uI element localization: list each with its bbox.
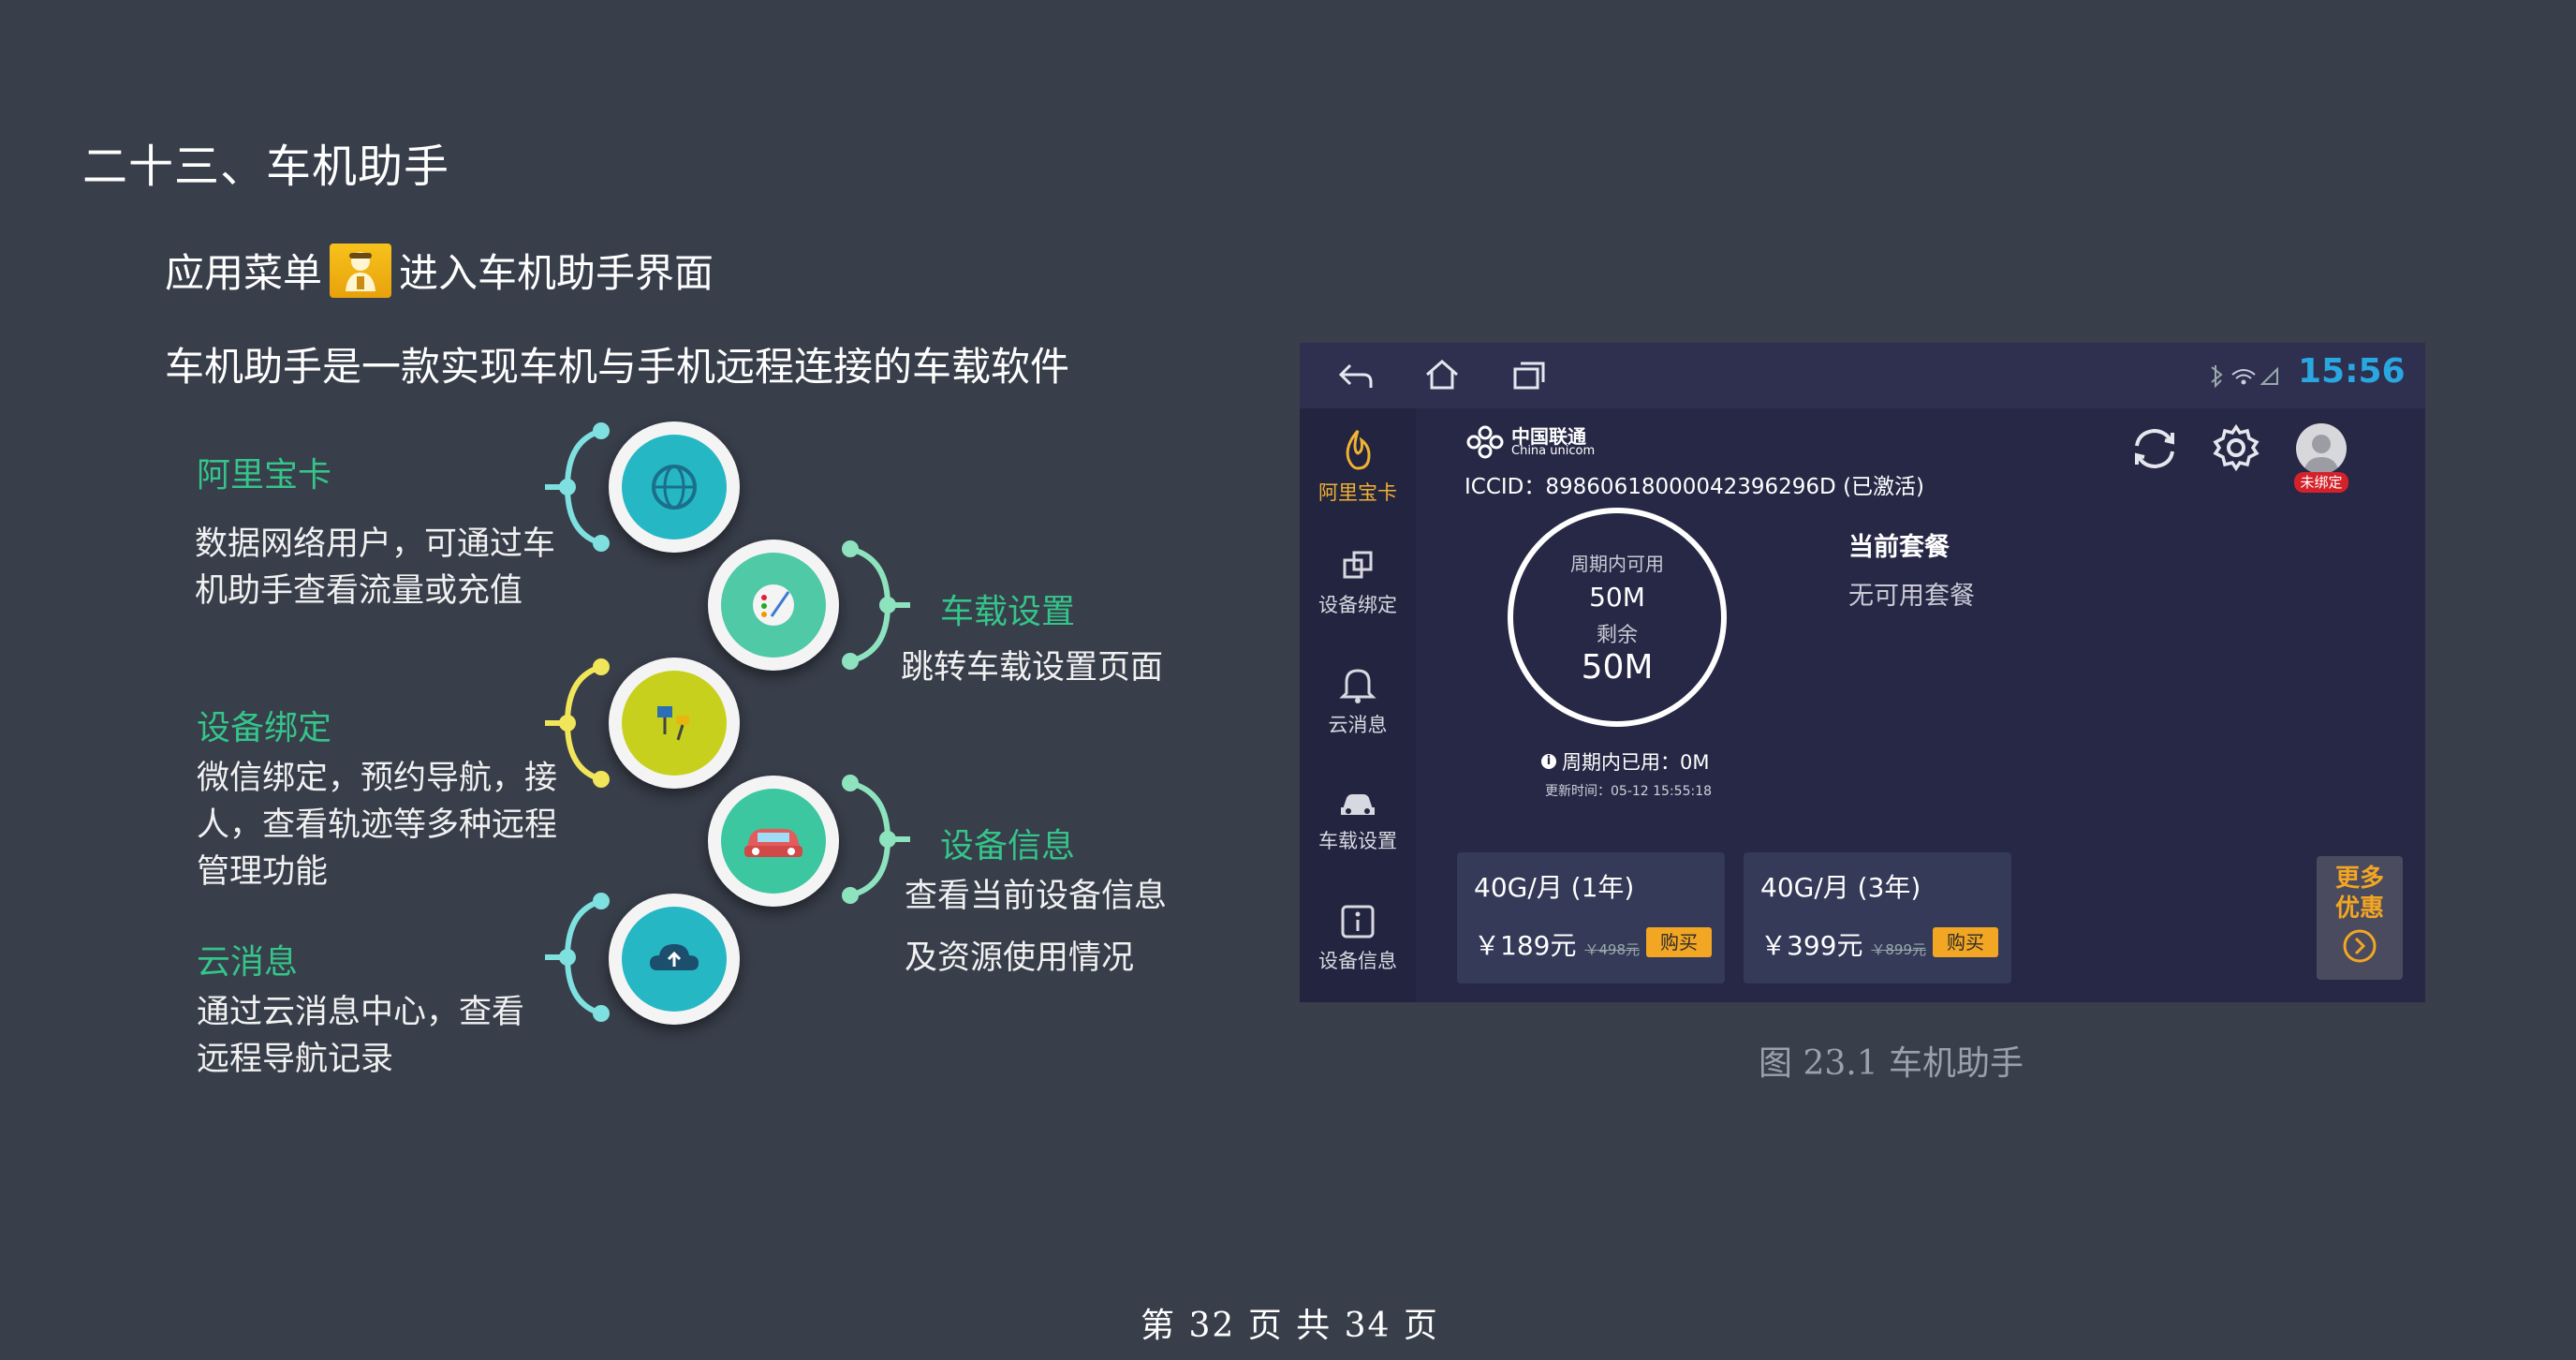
china-unicom-logo-icon	[1466, 425, 1504, 459]
package-price: ￥189元	[1474, 930, 1577, 961]
alipay-card-desc-line2: 机助手查看流量或充值	[195, 572, 523, 610]
home-icon[interactable]	[1423, 358, 1461, 392]
info-dot-icon: i	[1541, 754, 1556, 769]
car-assistant-screenshot: 15:56 阿里宝卡 设备绑定 云消息 车载设置 设备信息 中国联通 China…	[1300, 343, 2425, 1002]
device-info-desc-line1: 查看当前设备信息	[905, 878, 1168, 915]
sidebar-label-device-binding: 设备绑定	[1318, 594, 1397, 616]
more-deals-line1: 更多	[2334, 865, 2384, 893]
package-card-2[interactable]: 40G/月 (3年) ￥399元 ￥899元 购买	[1744, 852, 2011, 983]
globe-icon	[622, 435, 727, 540]
unbound-badge: 未绑定	[2294, 472, 2348, 493]
package-price-row: ￥189元 ￥498元	[1474, 925, 1640, 963]
pin-icon	[622, 671, 727, 776]
package-price-row: ￥399元 ￥899元	[1760, 925, 1926, 963]
iccid: ICCID：89860618000042396296D (已激活)	[1465, 475, 1925, 499]
car-settings-title: 车载设置	[940, 593, 1076, 631]
sidebar-item-device-info[interactable]: 设备信息	[1300, 903, 1416, 974]
sidebar-item-cloud-msg[interactable]: 云消息	[1300, 665, 1416, 738]
updated-time: 更新时间：05-12 15:55:18	[1545, 784, 1713, 799]
avatar[interactable]	[2296, 423, 2347, 474]
buy-button[interactable]: 购买	[1933, 927, 1998, 957]
sidebar-label-cloud-msg: 云消息	[1328, 714, 1388, 736]
alipay-card-desc: 数据网络用户，可通过车 机助手查看流量或充值	[195, 521, 555, 614]
package-name: 40G/月 (1年)	[1474, 872, 1635, 903]
section-heading: 二十三、车机助手	[82, 140, 450, 193]
flame-icon	[1346, 430, 1371, 470]
sidebar-label-car-settings: 车载设置	[1318, 830, 1397, 852]
device-binding-desc-line1: 微信绑定，预约导航，接	[197, 760, 558, 797]
package-card-1[interactable]: 40G/月 (1年) ￥189元 ￥498元 购买	[1457, 852, 1725, 983]
clock: 15:56	[2298, 352, 2406, 391]
intro-line: 应用菜单 进入车机助手界面	[165, 242, 714, 299]
used-value: 周期内已用：0M	[1562, 751, 1710, 774]
cloud-msg-badge	[609, 894, 740, 1025]
car-icon	[1341, 794, 1375, 815]
buy-button[interactable]: 购买	[1646, 927, 1712, 957]
app-sidebar: 阿里宝卡 设备绑定 云消息 车载设置 设备信息	[1300, 408, 1416, 1002]
sidebar-item-alipay-card[interactable]: 阿里宝卡	[1300, 427, 1416, 506]
remaining-value: 50M	[1581, 648, 1654, 687]
sidebar-item-device-binding[interactable]: 设备绑定	[1300, 547, 1416, 618]
plan-title: 当前套餐	[1848, 533, 1950, 562]
more-deals-line2: 优惠	[2334, 894, 2384, 923]
car-icon	[721, 789, 826, 894]
bluetooth-wifi-signal-icon	[2211, 365, 2278, 388]
device-info-badge	[708, 776, 839, 907]
cloud-msg-desc-line2: 远程导航记录	[197, 1041, 394, 1078]
device-info-desc-line2: 及资源使用情况	[905, 939, 1135, 977]
device-binding-desc-line2: 人，查看轨迹等多种远程	[197, 806, 558, 844]
figure-caption: 图 23.1 车机助手	[1759, 1044, 2024, 1083]
device-binding-title: 设备绑定	[197, 709, 332, 747]
bell-icon	[1339, 669, 1376, 703]
package-price: ￥399元	[1760, 930, 1863, 961]
alipay-card-badge	[609, 421, 740, 553]
device-info-title: 设备信息	[940, 827, 1076, 865]
gear-icon[interactable]	[2210, 421, 2262, 474]
info-icon	[1341, 905, 1375, 939]
alipay-card-title: 阿里宝卡	[197, 456, 332, 495]
cloud-msg-desc: 通过云消息中心，查看 远程导航记录	[197, 989, 524, 1083]
package-orig-price: ￥899元	[1871, 941, 1926, 958]
android-status-bar: 15:56	[1300, 343, 2425, 408]
intro-description: 车机助手是一款实现车机与手机远程连接的车载软件	[165, 344, 1070, 390]
clipboard-icon	[721, 553, 826, 658]
sidebar-label-alipay-card: 阿里宝卡	[1318, 481, 1397, 504]
sidebar-label-device-info: 设备信息	[1318, 950, 1397, 972]
car-settings-badge	[708, 540, 839, 671]
refresh-icon[interactable]	[2127, 423, 2182, 474]
alipay-card-desc-line1: 数据网络用户，可通过车	[195, 525, 556, 563]
device-binding-desc-line3: 管理功能	[197, 853, 329, 891]
intro-before-icon: 应用菜单	[165, 250, 323, 296]
car-settings-desc: 跳转车载设置页面	[901, 649, 1164, 687]
chevron-right-icon	[2343, 929, 2377, 963]
package-name: 40G/月 (3年)	[1760, 872, 1921, 903]
feature-connectors	[545, 422, 910, 1022]
cloud-msg-title: 云消息	[197, 943, 299, 982]
carrier-name-en: China unicom	[1511, 444, 1596, 458]
page-footer: 第 32 页 共 34 页	[1141, 1307, 1439, 1345]
data-usage-ring: 周期内可用 50M 剩余 50M	[1508, 508, 1727, 727]
recent-apps-icon[interactable]	[1511, 360, 1547, 392]
cloud-msg-desc-line1: 通过云消息中心，查看	[197, 994, 525, 1031]
device-binding-desc: 微信绑定，预约导航，接 人，查看轨迹等多种远程 管理功能	[197, 755, 557, 895]
intro-after-icon: 进入车机助手界面	[399, 250, 714, 296]
sidebar-item-car-settings[interactable]: 车载设置	[1300, 787, 1416, 854]
available-value: 50M	[1589, 582, 1645, 613]
remaining-label: 剩余	[1596, 624, 1638, 647]
more-deals-button[interactable]: 更多 优惠	[2317, 856, 2403, 980]
available-label: 周期内可用	[1570, 553, 1664, 575]
back-icon[interactable]	[1337, 360, 1375, 392]
used-row: i 周期内已用：0M	[1541, 747, 1709, 776]
device-binding-badge	[609, 658, 740, 789]
link-icon	[1343, 551, 1373, 579]
plan-value: 无可用套餐	[1848, 582, 1975, 611]
car-assistant-app-icon	[330, 243, 392, 298]
cloud-upload-icon	[622, 907, 727, 1012]
package-orig-price: ￥498元	[1584, 941, 1640, 958]
device-info-desc: 查看当前设备信息 及资源使用情况	[905, 865, 1167, 989]
